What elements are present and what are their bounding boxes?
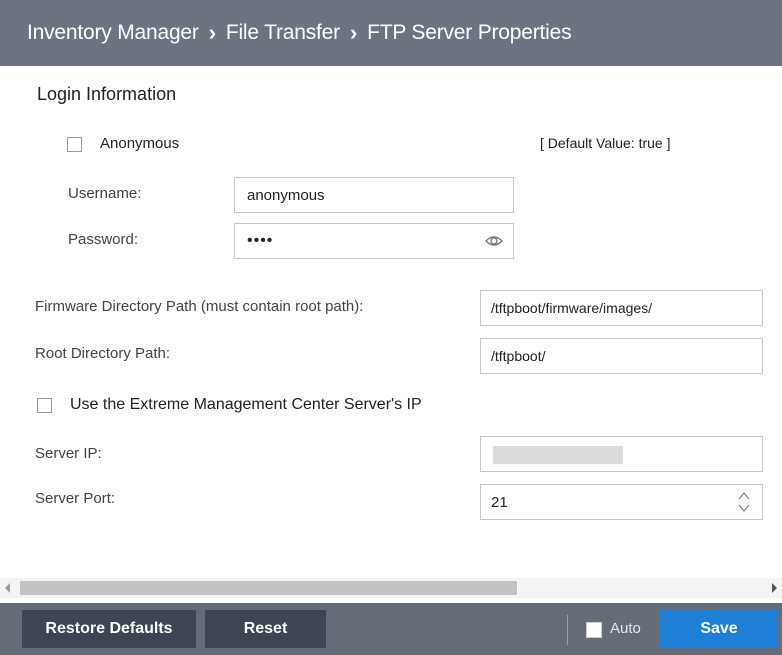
reset-button[interactable]: Reset xyxy=(205,610,326,648)
username-input[interactable]: anonymous xyxy=(234,177,514,213)
root-path-input[interactable]: /tftpboot/ xyxy=(480,338,763,374)
footer-divider xyxy=(567,615,568,645)
footer-toolbar: Restore Defaults Reset Auto Save xyxy=(0,603,782,655)
horizontal-scrollbar[interactable] xyxy=(0,578,782,598)
breadcrumb: Inventory Manager › File Transfer › FTP … xyxy=(27,0,572,66)
server-ip-input[interactable] xyxy=(480,436,763,472)
username-value: anonymous xyxy=(247,186,325,204)
scrollbar-thumb[interactable] xyxy=(20,581,517,595)
firmware-path-input[interactable]: /tftpboot/firmware/images/ xyxy=(480,290,763,326)
save-button[interactable]: Save xyxy=(660,610,778,648)
scroll-right-icon[interactable] xyxy=(772,583,777,593)
server-ip-label: Server IP: xyxy=(35,445,102,462)
breadcrumb-item-inventory-manager[interactable]: Inventory Manager xyxy=(27,21,199,45)
default-value-note: [ Default Value: true ] xyxy=(540,135,671,151)
stepper-arrows-icon[interactable] xyxy=(738,491,750,513)
eye-icon[interactable] xyxy=(485,234,503,248)
server-ip-placeholder-fill xyxy=(493,446,623,464)
use-server-ip-label: Use the Extreme Management Center Server… xyxy=(70,396,422,413)
breadcrumb-item-file-transfer[interactable]: File Transfer xyxy=(226,21,340,45)
restore-defaults-button[interactable]: Restore Defaults xyxy=(22,610,196,648)
title-bar: Inventory Manager › File Transfer › FTP … xyxy=(0,0,782,66)
root-path-value: /tftpboot/ xyxy=(491,348,546,364)
server-port-stepper[interactable]: 21 xyxy=(480,484,763,520)
auto-label: Auto xyxy=(610,620,641,637)
scroll-left-icon[interactable] xyxy=(5,583,10,593)
section-title-login-information: Login Information xyxy=(37,84,177,104)
firmware-path-label: Firmware Directory Path (must contain ro… xyxy=(35,298,364,315)
anonymous-checkbox[interactable] xyxy=(67,137,82,152)
username-label: Username: xyxy=(68,185,142,202)
chevron-right-icon: › xyxy=(208,20,216,45)
firmware-path-value: /tftpboot/firmware/images/ xyxy=(491,300,653,316)
password-label: Password: xyxy=(68,231,139,248)
server-port-label: Server Port: xyxy=(35,490,116,507)
auto-checkbox[interactable] xyxy=(586,622,602,638)
server-port-value: 21 xyxy=(491,493,508,511)
password-value: •••• xyxy=(247,232,274,249)
anonymous-label: Anonymous xyxy=(100,135,180,152)
breadcrumb-item-ftp-server-properties: FTP Server Properties xyxy=(367,21,572,44)
use-server-ip-checkbox[interactable] xyxy=(37,398,52,413)
password-input[interactable]: •••• xyxy=(234,223,514,259)
chevron-right-icon: › xyxy=(349,20,358,45)
root-path-label: Root Directory Path: xyxy=(35,345,171,362)
